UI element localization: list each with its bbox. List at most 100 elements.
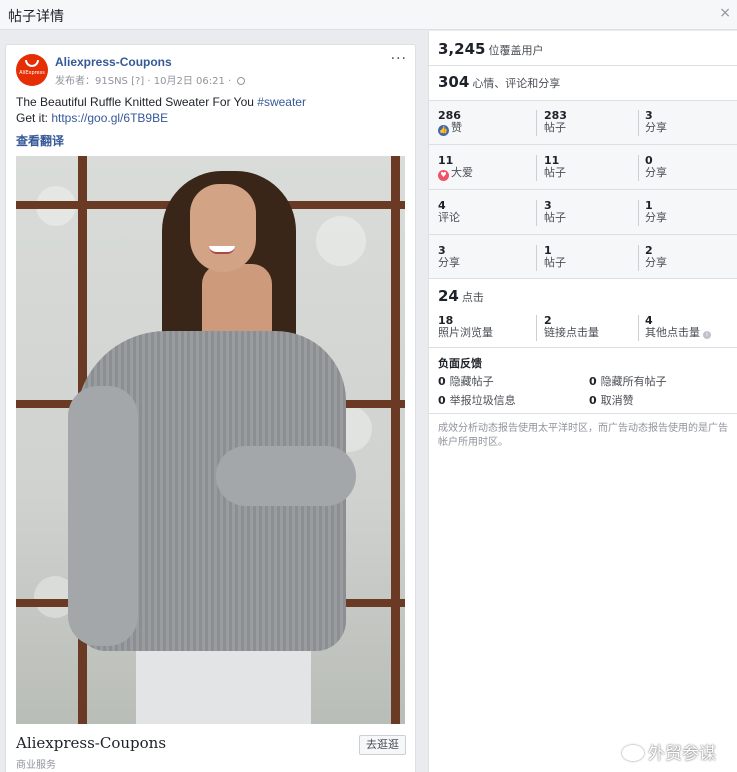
post-date[interactable]: 10月2日 06:21: [154, 76, 225, 87]
divider: [429, 347, 737, 348]
likes-on-shares-cell: 3 分享: [645, 110, 667, 134]
meta-sep: ·: [147, 76, 151, 87]
unlike-count: 0: [589, 394, 597, 407]
window-frame: [391, 156, 400, 724]
column-separator: [536, 245, 537, 271]
shop-now-button[interactable]: 去逛逛: [359, 735, 406, 755]
column-separator: [638, 110, 639, 136]
other-clicks-cell: 4 其他点击量 i: [645, 315, 711, 339]
shares-on-shares-cell: 2 分享: [645, 245, 667, 269]
shares-on-post-cell: 1 帖子: [544, 245, 566, 269]
photo-views-label: 照片浏览量: [438, 326, 493, 339]
column-separator: [536, 315, 537, 341]
hide-post-count: 0: [438, 375, 446, 388]
divider: [429, 234, 737, 235]
publisher-link[interactable]: 91SNS: [95, 76, 128, 87]
report-spam-stat: 0 举报垃圾信息: [438, 392, 516, 408]
info-icon[interactable]: i: [703, 331, 711, 339]
divider: [429, 278, 737, 279]
engagement-stat: 304 心情、评论和分享: [438, 73, 560, 91]
comments-on-post-label: 帖子: [544, 211, 566, 224]
post-card: AliExpress Aliexpress-Coupons 发布者：91SNS …: [5, 44, 416, 772]
unlike-label: 取消赞: [600, 394, 634, 407]
likes-on-post-label: 帖子: [544, 121, 566, 134]
divider: [429, 189, 737, 190]
avatar-brand: AliExpress: [19, 70, 45, 76]
comments-cell: 4 评论: [438, 200, 460, 224]
post-text-line2: Get it:: [16, 111, 52, 125]
column-separator: [638, 245, 639, 271]
clicks-label: 点击: [461, 291, 484, 304]
page-avatar[interactable]: AliExpress: [16, 54, 48, 86]
weibo-icon: [622, 745, 644, 761]
link-clicks-label: 链接点击量: [544, 326, 599, 339]
aliexpress-logo-icon: [25, 60, 39, 67]
engagement-breakdown: 286 👍 赞 283 帖子 3 分享 11 ♥ 大爱 11 帖子 0 分享 4 评…: [429, 100, 737, 279]
link-preview-subtitle: 商业服务: [16, 760, 56, 771]
divider: [429, 100, 737, 101]
link-preview-title[interactable]: Aliexpress-Coupons: [16, 734, 166, 752]
divider: [429, 413, 737, 414]
hide-all-posts-stat: 0 隐藏所有帖子: [589, 373, 667, 389]
insights-panel: 3,245 位覆盖用户 304 心情、评论和分享 286 👍 赞 283 帖子 3 分…: [428, 31, 737, 772]
loves-on-shares-cell: 0 分享: [645, 155, 667, 179]
like-icon: 👍: [438, 125, 449, 136]
column-separator: [536, 155, 537, 181]
likes-cell: 286 👍 赞: [438, 110, 462, 136]
sweater-ruffle-right: [216, 446, 356, 506]
divider: [429, 144, 737, 145]
shares-label: 分享: [438, 256, 460, 269]
page-name-link[interactable]: Aliexpress-Coupons: [55, 55, 172, 69]
loves-on-post-cell: 11 帖子: [544, 155, 566, 179]
meta-prefix: 发布者：: [55, 76, 95, 87]
post-panel: AliExpress Aliexpress-Coupons 发布者：91SNS …: [0, 31, 428, 772]
model-smile: [209, 246, 235, 254]
unlike-page-stat: 0 取消赞: [589, 392, 634, 408]
reach-stat: 3,245 位覆盖用户: [438, 40, 543, 58]
dialog-title: 帖子详情: [8, 9, 64, 25]
more-options-icon[interactable]: ···: [391, 51, 407, 67]
column-separator: [536, 200, 537, 226]
loves-cell: 11 ♥ 大爱: [438, 155, 473, 181]
meta-badge[interactable]: [?]: [131, 76, 144, 87]
photo-views-cell: 18 照片浏览量: [438, 315, 493, 339]
hide-all-label: 隐藏所有帖子: [600, 375, 667, 388]
hashtag-link[interactable]: #sweater: [257, 95, 306, 109]
dialog-header: 帖子详情 ×: [0, 0, 737, 30]
loves-label: 大爱: [451, 166, 473, 179]
loves-on-shares-label: 分享: [645, 166, 667, 179]
shares-on-shares-label: 分享: [645, 256, 667, 269]
column-separator: [638, 200, 639, 226]
comments-label: 评论: [438, 211, 460, 224]
report-spam-label: 举报垃圾信息: [449, 394, 516, 407]
model-face: [190, 184, 256, 272]
post-url-link[interactable]: https://goo.gl/6TB9BE: [51, 111, 168, 125]
hide-post-stat: 0 隐藏帖子: [438, 373, 494, 389]
comments-on-shares-cell: 1 分享: [645, 200, 667, 224]
clicks-stat: 24 点击: [438, 287, 484, 305]
globe-icon: [237, 77, 246, 85]
engagement-label: 心情、评论和分享: [472, 77, 561, 90]
comments-on-post-cell: 3 帖子: [544, 200, 566, 224]
column-separator: [638, 315, 639, 341]
post-photo[interactable]: [16, 156, 405, 724]
column-separator: [638, 155, 639, 181]
shares-cell: 3 分享: [438, 245, 460, 269]
meta-sep-2: ·: [228, 76, 232, 87]
watermark: 外贸参谋: [622, 739, 716, 764]
close-icon[interactable]: ×: [719, 5, 731, 21]
likes-on-post-cell: 283 帖子: [544, 110, 567, 134]
hide-post-label: 隐藏帖子: [449, 375, 494, 388]
likes-label: 赞: [451, 121, 462, 134]
report-spam-count: 0: [438, 394, 446, 407]
comments-on-shares-label: 分享: [645, 211, 667, 224]
see-translation-link[interactable]: 查看翻译: [16, 132, 64, 149]
loves-on-post-label: 帖子: [544, 166, 566, 179]
sweater-ruffle-left: [68, 386, 138, 646]
post-text-line1: The Beautiful Ruffle Knitted Sweater For…: [16, 95, 258, 109]
engagement-value: 304: [438, 73, 470, 91]
timezone-note: 成效分析动态报告使用太平洋时区，而广告动态报告使用的是广告帐户所用时区。: [438, 423, 728, 448]
shares-on-post-label: 帖子: [544, 256, 566, 269]
post-meta: 发布者：91SNS [?] · 10月2日 06:21 ·: [55, 72, 246, 87]
likes-on-shares-label: 分享: [645, 121, 667, 134]
